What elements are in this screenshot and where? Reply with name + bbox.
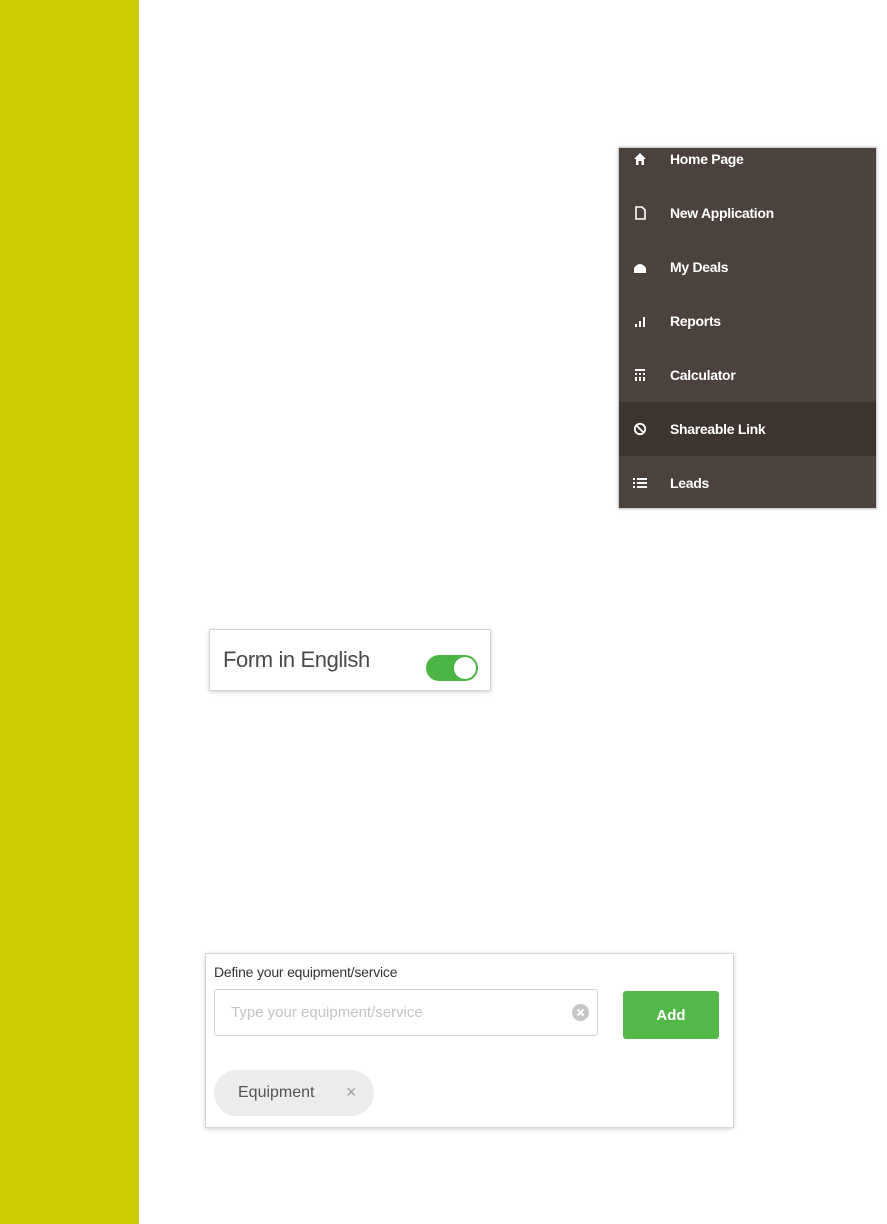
nav-item-label: Shareable Link	[670, 421, 766, 437]
equipment-field-label: Define your equipment/service	[214, 964, 398, 980]
add-button[interactable]: Add	[623, 991, 719, 1039]
briefcase-icon	[632, 259, 648, 275]
document-icon	[632, 205, 648, 221]
side-color-band	[0, 0, 139, 1224]
link-icon	[632, 421, 648, 437]
nav-item-reports[interactable]: Reports	[619, 294, 876, 348]
nav-item-my-deals[interactable]: My Deals	[619, 240, 876, 294]
nav-item-label: Calculator	[670, 367, 736, 383]
nav-item-label: Reports	[670, 313, 721, 329]
language-toggle-card: Form in English	[210, 630, 490, 690]
toggle-knob	[454, 657, 476, 679]
equipment-input-wrapper	[214, 989, 598, 1036]
chip-remove-icon[interactable]: ×	[346, 1082, 357, 1102]
equipment-card: Define your equipment/service Add Equipm…	[206, 954, 733, 1127]
nav-item-label: New Application	[670, 205, 774, 221]
nav-item-label: Leads	[670, 475, 709, 491]
nav-item-leads[interactable]: Leads	[619, 456, 876, 508]
nav-item-label: My Deals	[670, 259, 729, 275]
nav-item-shareable-link[interactable]: Shareable Link	[619, 402, 876, 456]
equipment-chip: Equipment ×	[214, 1070, 374, 1116]
equipment-input[interactable]	[215, 990, 555, 1035]
home-icon	[632, 151, 648, 167]
nav-menu: Home Page New Application My Deals Repor…	[619, 148, 876, 508]
list-icon	[632, 475, 648, 491]
nav-item-calculator[interactable]: Calculator	[619, 348, 876, 402]
calculator-icon	[632, 367, 648, 383]
nav-item-new-application[interactable]: New Application	[619, 186, 876, 240]
chip-label: Equipment	[238, 1084, 315, 1101]
clear-input-icon[interactable]	[572, 1004, 589, 1021]
toggle-label: Form in English	[223, 647, 370, 672]
form-language-toggle[interactable]	[426, 655, 478, 681]
bar-chart-icon	[632, 313, 648, 329]
nav-item-label: Home Page	[670, 151, 744, 167]
nav-item-home-page[interactable]: Home Page	[619, 148, 876, 186]
